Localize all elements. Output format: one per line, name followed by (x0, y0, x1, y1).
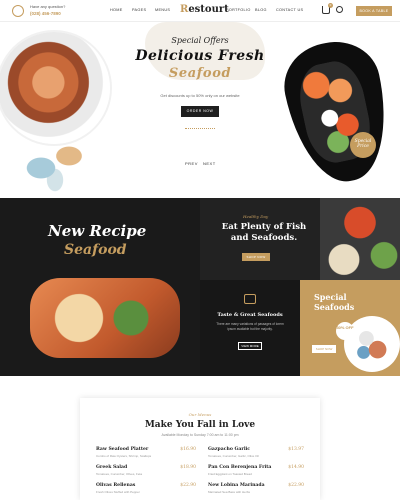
menu-item-name[interactable]: Pan Con Berenjena Frita (208, 465, 271, 470)
menu-item-name[interactable]: Olivas Rellenas (96, 483, 135, 488)
search-icon[interactable] (336, 6, 343, 13)
cutlery-icon (244, 294, 256, 304)
slider-next-button[interactable]: NEXT (203, 161, 216, 166)
menu-item-price: $16.90 (180, 447, 196, 452)
nav-home[interactable]: HOME (110, 8, 123, 12)
cart-count-badge: 0 (328, 3, 333, 8)
menu-item-desc: Fried Eggplant on Toasted Bread (208, 472, 252, 476)
contact-question: Have any question? (30, 4, 66, 9)
order-now-button[interactable]: ORDER NOW (181, 106, 219, 117)
menu-item-desc: Tomatoes, Cucumber, Garlic, Olive Oil (208, 454, 259, 458)
hero-text: Get discounts up to 50% only on our webs… (160, 93, 240, 98)
view-more-button[interactable]: VIEW MORE (238, 342, 262, 350)
decorative-shells-image (20, 132, 90, 192)
menu-item-price: $13.97 (288, 447, 304, 452)
menu-item-desc: Tomatoes, Cucumber, Olives, Feta (96, 472, 143, 476)
site-header: Have any question? (028) 456-7890 HOME P… (0, 0, 400, 22)
special-shop-now-button[interactable]: SHOP NOW (312, 345, 336, 353)
special-seafoods-title: Special Seafoods (314, 292, 355, 312)
healthy-day-title: Eat Plenty of Fish and Seafoods. (221, 222, 307, 243)
special-offers-label: Special Offers (171, 36, 229, 45)
menu-script-label: Our Menus (188, 412, 212, 417)
menu-availability: Available Monday to Sunday 7:00 am to 11… (161, 433, 239, 437)
new-recipe-title: New Recipe (48, 222, 147, 240)
taste-title: Taste & Great Seafoods (217, 312, 283, 318)
healthy-shop-now-button[interactable]: SHOP NOW (242, 253, 270, 261)
phone-icon (12, 5, 24, 17)
contact-number[interactable]: (028) 456-7890 (30, 11, 61, 16)
hero-title: Delicious Fresh (135, 48, 265, 64)
menu-item-desc: Fresh Olives Stuffed with Pepper (96, 490, 140, 494)
nav-contact[interactable]: CONTACT US (276, 8, 303, 12)
nav-menus[interactable]: MENUS (155, 8, 170, 12)
menu-item-name[interactable]: Gazpacho Garlic (208, 447, 250, 452)
hero-subtitle: Seafood (168, 66, 232, 81)
new-recipe-subtitle: Seafood (64, 242, 127, 258)
nav-portfolio[interactable]: PORTFOLIO (226, 8, 251, 12)
menu-title: Make You Fall in Love (144, 420, 256, 430)
menu-item-name[interactable]: New Lobina Marinada (208, 483, 265, 488)
seafood-plate-image (0, 32, 110, 144)
healthy-day-label: Healthy Day (243, 214, 269, 219)
new-recipe-banner[interactable]: New Recipe Seafood (0, 198, 200, 376)
noodles-image (40, 293, 170, 343)
menu-item-price: $22.90 (180, 483, 196, 488)
menu-item-desc: Combo of Raw Oysters, Shrimp, Scallops (96, 454, 152, 458)
slider-prev-button[interactable]: PREV (185, 161, 198, 166)
menu-item-name[interactable]: Raw Seafood Platter (96, 447, 148, 452)
discount-badge: 30% OFF (336, 322, 354, 340)
taste-text: There are many variations of passages of… (216, 322, 284, 331)
menu-item-desc: Marinated Sea Bass with Herbs (208, 490, 251, 494)
divider-squiggle (185, 125, 215, 129)
special-price-badge: Special Price (350, 132, 376, 158)
menu-item-price: $22.90 (288, 483, 304, 488)
book-table-button[interactable]: BOOK A TABLE (356, 6, 392, 16)
site-logo[interactable]: Restourt (180, 4, 229, 15)
menu-item-price: $14.90 (288, 465, 304, 470)
nav-pages[interactable]: PAGES (132, 8, 146, 12)
menu-item-price: $18.90 (180, 465, 196, 470)
menu-item-name[interactable]: Greek Salad (96, 465, 127, 470)
nav-blog[interactable]: BLOG (255, 8, 267, 12)
lobster-platter-image (320, 198, 400, 280)
